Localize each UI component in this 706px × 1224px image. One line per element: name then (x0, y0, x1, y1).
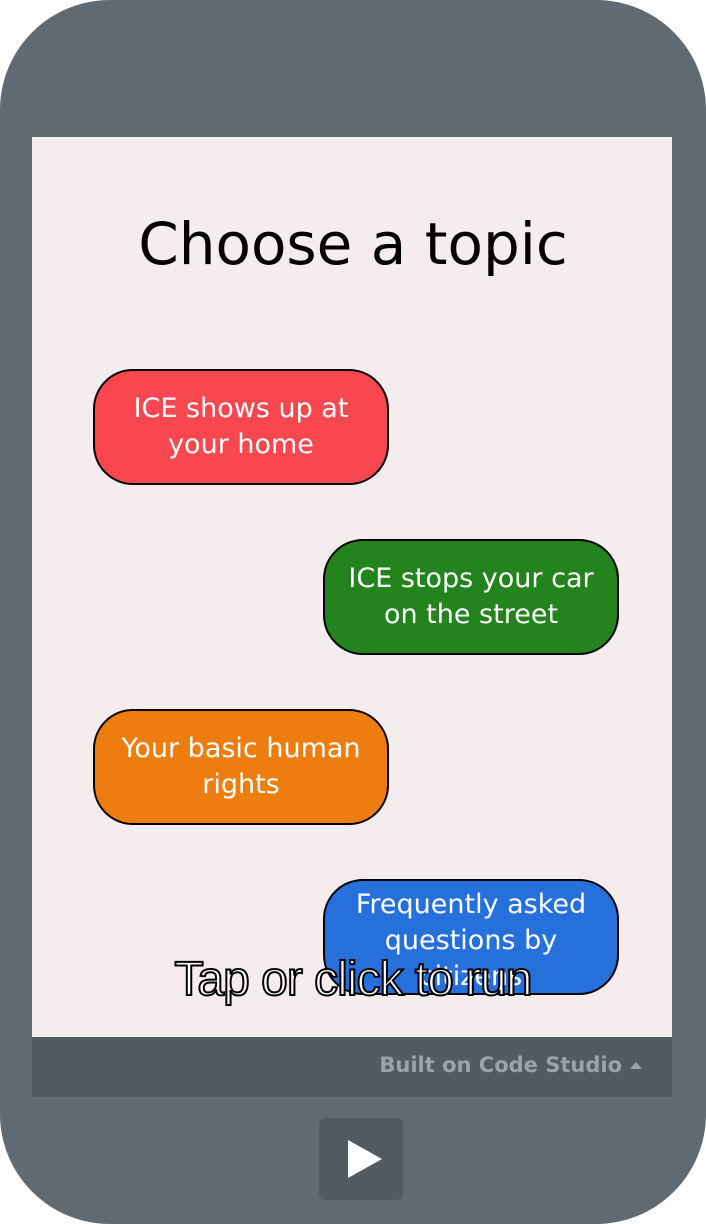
tap-to-run-overlay[interactable]: Tap or click to run (0, 950, 706, 1010)
caret-up-icon (630, 1061, 642, 1069)
built-on-code-studio-link[interactable]: Built on Code Studio (379, 1053, 642, 1077)
built-on-label: Built on Code Studio (379, 1053, 622, 1077)
code-studio-footer: Built on Code Studio (32, 1037, 672, 1097)
play-icon (348, 1140, 382, 1178)
topic-button-human-rights[interactable]: Your basic human rights (93, 709, 389, 825)
topic-button-home[interactable]: ICE shows up at your home (93, 369, 389, 485)
run-button[interactable] (319, 1118, 403, 1200)
topic-button-car-stop[interactable]: ICE stops your car on the street (323, 539, 619, 655)
page-title: Choose a topic (138, 210, 568, 278)
